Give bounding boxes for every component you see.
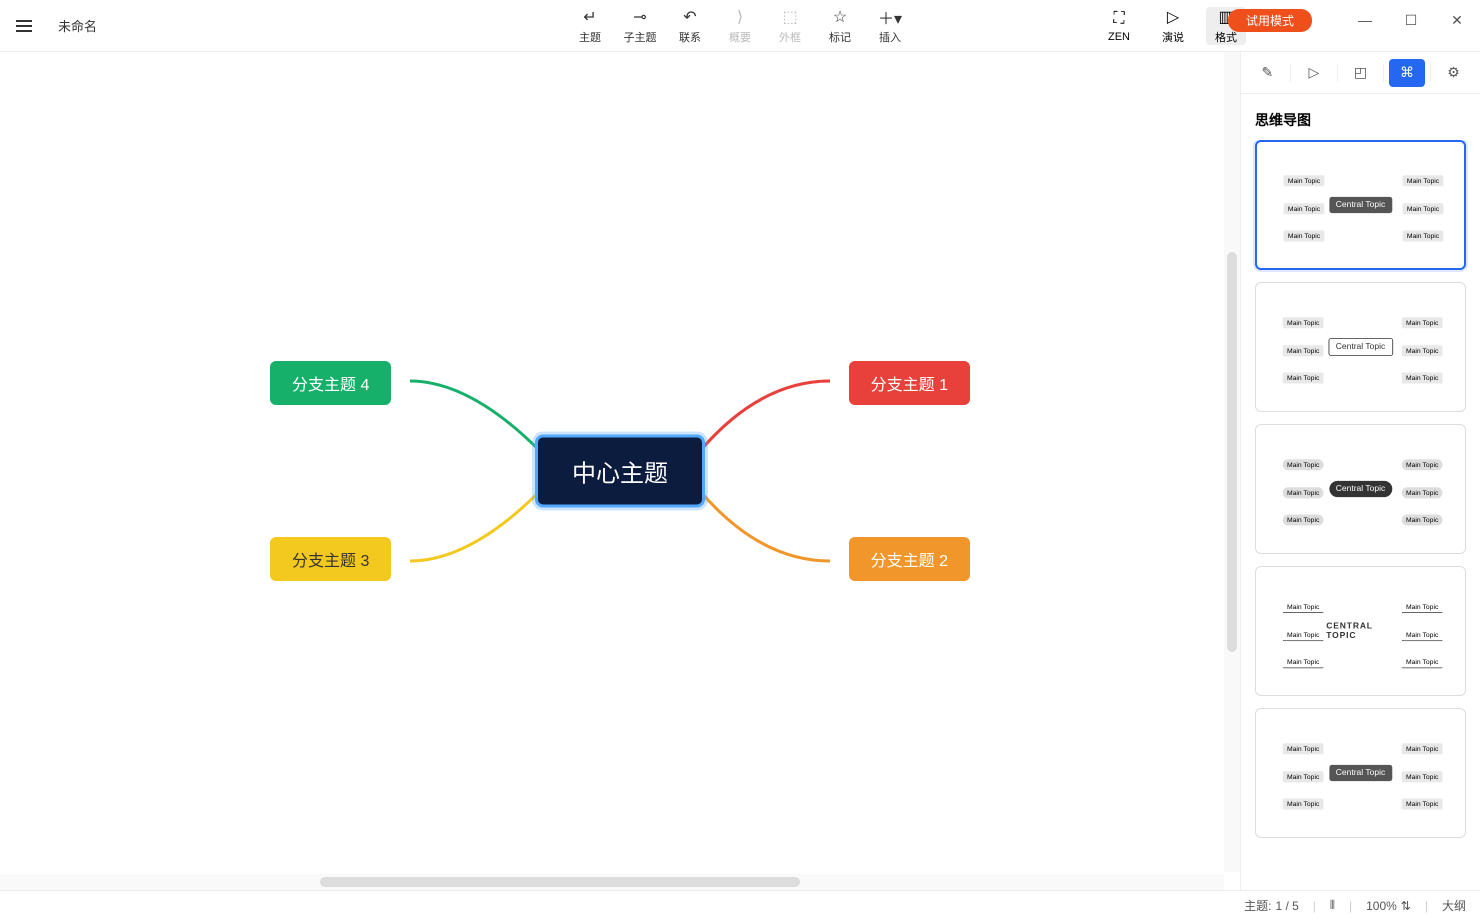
- branch-topic-3[interactable]: 分支主题 3: [270, 537, 391, 581]
- mindmap: 中心主题 分支主题 1 分支主题 2 分支主题 3 分支主题 4: [270, 351, 970, 591]
- trial-mode-button[interactable]: 试用模式: [1228, 9, 1312, 32]
- outline-toggle[interactable]: 大纲: [1442, 897, 1466, 914]
- sidebar-tab-note[interactable]: ◰: [1342, 59, 1378, 87]
- sidebar-title: 思维导图: [1241, 94, 1480, 140]
- subtopic-icon: ⊸: [633, 7, 646, 27]
- present-icon: ▷: [1167, 7, 1179, 27]
- maximize-button[interactable]: ☐: [1388, 0, 1434, 40]
- template-thumbnail[interactable]: Main TopicMain TopicMain TopicMain Topic…: [1255, 282, 1466, 412]
- scrollbar-vertical[interactable]: [1224, 52, 1240, 872]
- topic-icon: ↵: [583, 7, 596, 27]
- relation-icon: ↶: [683, 7, 696, 27]
- toolbar-marker[interactable]: ☆标记: [815, 0, 865, 52]
- stepper-icon: ⇅: [1401, 899, 1411, 913]
- toolbar-insert[interactable]: ＋▾插入: [865, 0, 915, 52]
- toolbar-subtopic[interactable]: ⊸子主题: [615, 0, 665, 52]
- sidebar-tab-structure[interactable]: ⌘: [1389, 59, 1425, 87]
- window-controls: 试用模式 — ☐ ✕: [1228, 0, 1480, 40]
- close-button[interactable]: ✕: [1434, 0, 1480, 40]
- marker-icon: ☆: [833, 7, 847, 27]
- template-thumbnail[interactable]: Main TopicMain TopicMain TopicMain Topic…: [1255, 424, 1466, 554]
- toolbar-right: ⛶ZEN▷演说▥格式: [1094, 0, 1250, 52]
- sidebar-tabs: ✎ ▷ ◰ ⌘ ⚙: [1241, 52, 1480, 94]
- toolbar-topic[interactable]: ↵主题: [565, 0, 615, 52]
- template-list: Main TopicMain TopicMain TopicMain Topic…: [1241, 140, 1480, 890]
- central-topic[interactable]: 中心主题: [535, 435, 705, 508]
- sidebar: ✎ ▷ ◰ ⌘ ⚙ 思维导图 Main TopicMain TopicMain Topi…: [1240, 52, 1480, 890]
- branch-topic-4[interactable]: 分支主题 4: [270, 361, 391, 405]
- statusbar: 主题: 1 / 5 | ⫴ | 100% ⇅ | 大纲: [0, 890, 1480, 920]
- zen-icon: ⛶: [1113, 9, 1124, 29]
- menu-button[interactable]: [0, 20, 48, 32]
- sidebar-tab-share[interactable]: ⚙: [1436, 59, 1472, 87]
- branch-topic-1[interactable]: 分支主题 1: [849, 361, 970, 405]
- canvas[interactable]: 中心主题 分支主题 1 分支主题 2 分支主题 3 分支主题 4: [0, 52, 1240, 890]
- toolbar-border: ⬚外框: [765, 0, 815, 52]
- document-title: 未命名: [58, 16, 97, 35]
- insert-icon: ＋▾: [878, 7, 902, 27]
- sidebar-tab-slides[interactable]: ▷: [1296, 59, 1332, 87]
- scrollbar-horizontal[interactable]: [0, 874, 1224, 890]
- template-thumbnail[interactable]: Main TopicMain TopicMain TopicMain Topic…: [1255, 708, 1466, 838]
- branch-topic-2[interactable]: 分支主题 2: [849, 537, 970, 581]
- template-thumbnail[interactable]: Main TopicMain TopicMain TopicMain Topic…: [1255, 140, 1466, 270]
- zoom-control[interactable]: 100% ⇅: [1366, 899, 1411, 913]
- toolbar-present[interactable]: ▷演说: [1148, 0, 1198, 52]
- template-thumbnail[interactable]: Main TopicMain TopicMain TopicMain Topic…: [1255, 566, 1466, 696]
- summary-icon: ⟩: [737, 7, 743, 27]
- topic-counter: 主题: 1 / 5: [1244, 897, 1299, 914]
- sidebar-tab-style[interactable]: ✎: [1249, 59, 1285, 87]
- titlebar: 未命名 ↵主题⊸子主题↶联系⟩概要⬚外框☆标记＋▾插入 ⛶ZEN▷演说▥格式 试…: [0, 0, 1480, 52]
- toolbar-summary: ⟩概要: [715, 0, 765, 52]
- toolbar-zen[interactable]: ⛶ZEN: [1094, 0, 1144, 52]
- toolbar-relation[interactable]: ↶联系: [665, 0, 715, 52]
- minimize-button[interactable]: —: [1342, 0, 1388, 40]
- toolbar-main: ↵主题⊸子主题↶联系⟩概要⬚外框☆标记＋▾插入: [565, 0, 915, 52]
- map-view-icon[interactable]: ⫴: [1330, 898, 1335, 913]
- border-icon: ⬚: [782, 7, 797, 27]
- hamburger-icon: [16, 20, 32, 32]
